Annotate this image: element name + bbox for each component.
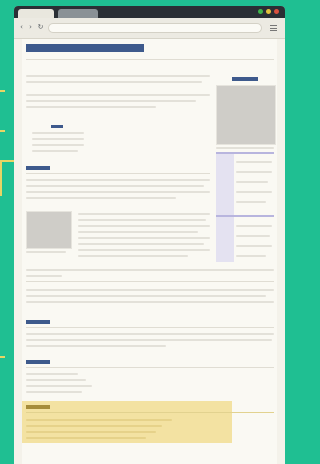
divider	[26, 367, 274, 368]
text-line	[26, 269, 274, 271]
text-line	[26, 191, 210, 193]
web-page	[22, 39, 277, 464]
infobox-tinted-panel	[216, 152, 234, 262]
text-line	[78, 249, 210, 251]
text-line	[26, 106, 156, 108]
text-line	[26, 81, 202, 83]
article-image	[26, 211, 72, 249]
text-line	[78, 219, 206, 221]
text-line	[26, 333, 274, 335]
image-caption	[26, 251, 66, 253]
text-line	[78, 255, 188, 257]
connector-dot-2	[0, 130, 5, 132]
tab-bar	[14, 6, 285, 18]
menu-icon[interactable]	[270, 25, 277, 31]
highlighted-text-line	[26, 437, 146, 439]
text-line	[78, 237, 210, 239]
browser-tab-active[interactable]	[18, 9, 54, 18]
text-line	[26, 100, 196, 102]
infobox-line	[236, 245, 272, 247]
text-line	[26, 197, 176, 199]
list-item-line	[26, 373, 78, 375]
text-line	[26, 339, 272, 341]
connector-dot-3	[0, 356, 5, 358]
text-line	[26, 75, 210, 77]
toc-line	[32, 144, 84, 146]
infobox-line	[236, 191, 272, 193]
window-button-red[interactable]	[274, 9, 279, 14]
list-item-line	[26, 385, 92, 387]
connector-dot-1	[0, 90, 5, 92]
list-item-line	[26, 379, 86, 381]
text-line	[78, 243, 204, 245]
infobox-image	[216, 85, 276, 145]
infobox-line	[236, 225, 272, 227]
divider	[26, 281, 274, 282]
infobox-line	[236, 201, 266, 203]
text-line	[26, 185, 204, 187]
highlighted-text-line	[26, 425, 162, 427]
window-button-green[interactable]	[258, 9, 263, 14]
infobox-line	[236, 161, 272, 163]
toc-heading	[51, 125, 63, 128]
text-line	[26, 275, 62, 277]
infobox-line	[236, 181, 268, 183]
list-item-line	[26, 391, 82, 393]
back-arrow-icon[interactable]: ‹	[18, 24, 25, 31]
infobox-line	[216, 147, 274, 149]
divider	[26, 412, 274, 413]
infobox-title	[232, 77, 258, 81]
infobox-line	[236, 255, 266, 257]
address-bar[interactable]	[48, 23, 262, 33]
browser-window: ‹ › ↻	[14, 6, 285, 464]
highlighted-heading	[26, 405, 50, 409]
browser-tab[interactable]	[58, 9, 98, 18]
forward-arrow-icon[interactable]: ›	[27, 24, 34, 31]
text-line	[26, 301, 274, 303]
text-line	[78, 225, 210, 227]
section-heading	[26, 166, 50, 170]
infobox-rule	[216, 152, 274, 154]
highlighted-text-line	[26, 419, 172, 421]
page-title-block	[26, 44, 144, 52]
divider	[26, 59, 274, 60]
text-line	[26, 345, 166, 347]
connector-line-left-stub	[0, 160, 2, 196]
infobox-line	[236, 235, 270, 237]
section-heading	[26, 320, 50, 324]
divider	[26, 327, 274, 328]
reload-icon[interactable]: ↻	[37, 24, 44, 31]
text-line	[26, 289, 274, 291]
window-button-yellow[interactable]	[266, 9, 271, 14]
section-heading	[26, 360, 50, 364]
text-line	[26, 295, 266, 297]
text-line	[26, 94, 210, 96]
infobox-rule	[216, 215, 274, 217]
text-line	[78, 213, 210, 215]
text-line	[78, 231, 198, 233]
toc-line	[32, 150, 78, 152]
browser-toolbar: ‹ › ↻	[14, 18, 285, 39]
toc-line	[32, 132, 84, 134]
highlighted-text-line	[26, 431, 156, 433]
toc-line	[32, 138, 84, 140]
text-line	[26, 179, 210, 181]
infobox-line	[236, 171, 272, 173]
divider	[26, 173, 210, 174]
